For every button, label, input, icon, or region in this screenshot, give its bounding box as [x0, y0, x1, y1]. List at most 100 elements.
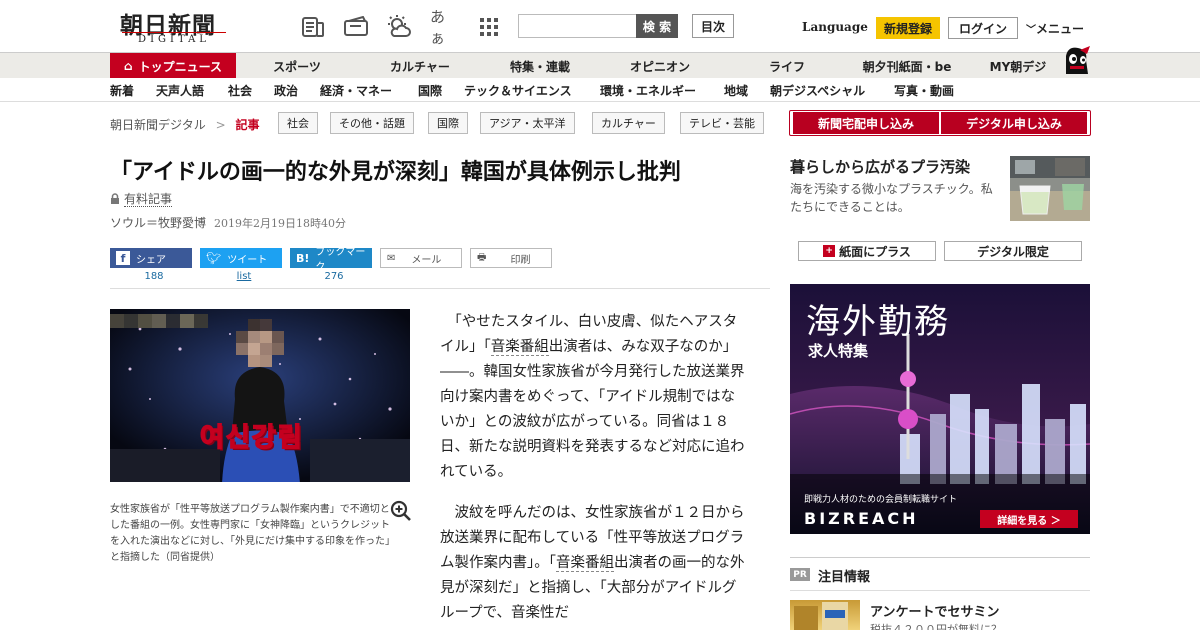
twitter-share-button[interactable]: 🐦︎ ツイート [200, 248, 282, 268]
pr-section-title: 注目情報 [818, 570, 871, 585]
divider [110, 288, 770, 289]
lock-icon [110, 193, 120, 204]
paper-plus-label: 紙面にプラス [839, 244, 911, 259]
paid-label[interactable]: 有料記事 [110, 190, 173, 207]
login-button[interactable]: ログイン [948, 17, 1018, 39]
nav-culture[interactable]: カルチャー [380, 53, 460, 79]
menu-button[interactable]: ﹀メニュー [1026, 20, 1084, 37]
ad-brand-logo: BIZREACH [804, 509, 919, 528]
nav-paper[interactable]: 朝夕刊紙面・be [852, 53, 962, 79]
advertisement-banner[interactable]: 海外勤務 求人特集 即戦力人材のための会員制転職サイト BIZREACH 詳細を… [790, 284, 1090, 534]
sub-nav: 新着 天声人語 社会 政治 経済・マネー 国際 テック＆サイエンス 環境・エネル… [0, 78, 1200, 102]
language-link[interactable]: Language [802, 20, 868, 34]
divider [790, 590, 1090, 591]
pr-item-image[interactable] [790, 600, 860, 630]
breadcrumb: 朝日新聞デジタル > 記事 [110, 116, 260, 133]
facebook-share-label: シェア [136, 254, 166, 266]
breadcrumb-home[interactable]: 朝日新聞デジタル [110, 118, 206, 132]
subnav-item-economy[interactable]: 経済・マネー [320, 82, 392, 99]
promo-title[interactable]: 暮らしから広がるプラ汚染 [790, 156, 970, 177]
register-button[interactable]: 新規登録 [876, 17, 940, 39]
breadcrumb-current: 記事 [235, 118, 260, 132]
site-header: 朝日新聞 DIGITAL あぁ 検 索 目次 Language 新規登録 ログイ… [0, 0, 1200, 52]
ad-title: 海外勤務 [806, 302, 950, 342]
digital-subscribe-button[interactable]: デジタル申し込み [941, 112, 1087, 134]
pr-badge: PR [790, 568, 810, 581]
hatena-bookmark-button[interactable]: B! ブックマーク [290, 247, 372, 273]
font-size-icon[interactable]: あぁ [430, 8, 458, 47]
article-photo[interactable]: 여신강림 [110, 309, 410, 482]
photo-overlay-text: 여신강림 [199, 422, 304, 454]
paragraph: 「やせたスタイル、白い皮膚、似たヘアスタイル」「音楽番組出演者は、みな双子なのか… [440, 310, 746, 485]
nav-features[interactable]: 特集・連載 [500, 53, 580, 79]
keyword-link[interactable]: 音楽番組 [556, 555, 614, 572]
facebook-share-button[interactable]: f シェア [110, 248, 192, 268]
pr-item-title[interactable]: アンケートでセサミン [870, 601, 999, 620]
subnav-item-special[interactable]: 朝デジスペシャル [770, 82, 865, 99]
pr-item-description: 税抜４２００円が無料に？ [870, 623, 1002, 630]
subnav-item-region[interactable]: 地域 [724, 82, 748, 99]
subnav-item-tech[interactable]: テック＆サイエンス [464, 82, 572, 99]
divider [790, 557, 1090, 558]
chevron-down-icon: ﹀ [1026, 25, 1036, 36]
tag-culture[interactable]: カルチャー [592, 112, 665, 134]
hatena-bookmark-label: ブックマーク [315, 247, 366, 273]
mail-button[interactable]: ✉︎ メール [380, 248, 462, 268]
zoom-icon[interactable] [390, 500, 412, 522]
paper-plus-icon: + [823, 245, 836, 257]
subnav-item-new[interactable]: 新着 [110, 82, 134, 99]
subnav-item-environment[interactable]: 環境・エネルギー [600, 82, 696, 99]
home-delivery-button[interactable]: 新聞宅配申し込み [793, 112, 939, 134]
digital-only-link[interactable]: デジタル限定 [944, 241, 1082, 261]
subnav-item-tenseijingo[interactable]: 天声人語 [156, 82, 204, 99]
subnav-item-photo[interactable]: 写真・動画 [894, 82, 954, 99]
twitter-share-count[interactable]: list [200, 271, 288, 282]
breadcrumb-separator: > [215, 118, 226, 132]
logo-subtitle: DIGITAL [122, 32, 226, 45]
tag-society[interactable]: 社会 [278, 112, 318, 134]
hatena-icon: B! [296, 251, 310, 265]
subnav-item-society[interactable]: 社会 [228, 82, 252, 99]
search-input[interactable] [518, 14, 638, 38]
author: ソウル＝牧野愛博 [110, 216, 207, 230]
ad-cta-button[interactable]: 詳細を見る ＞ [980, 510, 1078, 528]
subnav-item-politics[interactable]: 政治 [274, 82, 298, 99]
menu-label: メニュー [1036, 22, 1085, 36]
print-button[interactable]: 🖶︎ 印刷 [470, 248, 552, 268]
toc-button[interactable]: 目次 [692, 14, 734, 38]
article-title: 「アイドルの画一的な外見が深刻」韓国が具体例示し批判 [110, 160, 681, 185]
nav-sports[interactable]: スポーツ [262, 53, 332, 79]
nav-top-news-label: トップニュース [138, 59, 222, 74]
main-nav: ⌂ トップニュース スポーツ カルチャー 特集・連載 オピニオン ライフ 朝夕刊… [0, 52, 1200, 79]
newspaper-icon[interactable] [300, 14, 326, 40]
home-icon: ⌂ [124, 59, 133, 73]
tag-misc[interactable]: その他・話題 [330, 112, 414, 134]
keyword-link[interactable]: 音楽番組 [490, 339, 549, 356]
photo-caption: 女性家族省が「性平等放送プログラム製作案内書」で不適切とした番組の一例。女性専門… [110, 504, 390, 563]
publish-date: 2019年2月19日18時40分 [214, 217, 346, 230]
mail-label: メール [411, 254, 442, 266]
tag-international[interactable]: 国際 [428, 112, 468, 134]
nav-opinion[interactable]: オピニオン [620, 53, 700, 79]
nav-life[interactable]: ライフ [752, 53, 822, 79]
paragraph-text: 出演者は、みな双子なのか」――。韓国女性家族省が今月発行した放送業界向け案内書を… [440, 339, 745, 480]
hatena-bookmark-count: 276 [324, 271, 344, 282]
article-body: 「やせたスタイル、白い皮膚、似たヘアスタイル」「音楽番組出演者は、みな双子なのか… [440, 310, 746, 630]
grid-menu-icon[interactable] [476, 14, 502, 40]
paid-label-text: 有料記事 [124, 192, 173, 207]
promo-image[interactable] [1010, 156, 1090, 221]
tag-tv[interactable]: テレビ・芸能 [680, 112, 764, 134]
promo-description: 海を汚染する微小なプラスチック。私たちにできることは。 [790, 182, 993, 214]
tag-asia-pacific[interactable]: アジア・太平洋 [480, 112, 575, 134]
ad-subtitle: 求人特集 [808, 342, 869, 360]
print-label: 印刷 [510, 254, 531, 266]
nav-top-news[interactable]: ⌂ トップニュース [110, 53, 236, 79]
ad-note: 即戦力人材のための会員制転職サイト [804, 495, 958, 505]
weather-icon[interactable] [386, 14, 412, 40]
subnav-item-international[interactable]: 国際 [418, 82, 442, 99]
paper-plus-link[interactable]: + 紙面にプラス [798, 241, 936, 261]
nav-my-asahi[interactable]: MY朝デジ [982, 53, 1054, 79]
search-button[interactable]: 検 索 [636, 14, 678, 38]
ticket-icon[interactable] [342, 14, 372, 40]
mascot-icon [1066, 46, 1090, 74]
